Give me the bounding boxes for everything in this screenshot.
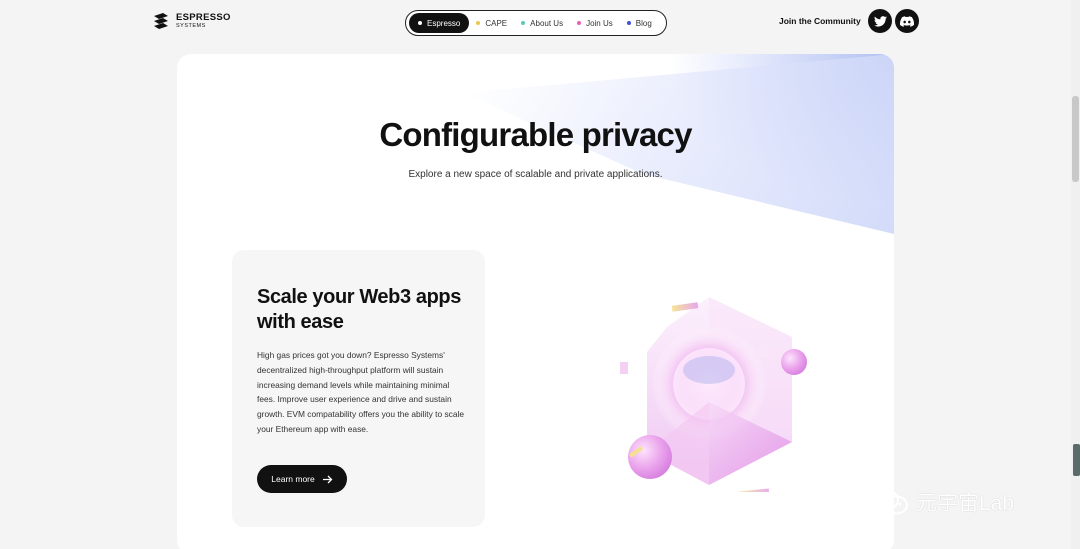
nav-dot-icon: [626, 21, 631, 25]
wechat-icon: [871, 489, 908, 515]
arrow-right-icon: [322, 475, 333, 483]
nav-item-espresso[interactable]: Espresso: [409, 13, 470, 33]
nav-item-label: Blog: [635, 18, 652, 28]
espresso-logo-icon: [154, 13, 168, 29]
watermark: 元宇宙Lab: [870, 487, 1014, 517]
brand-name: ESPRESSO: [176, 11, 231, 23]
learn-more-label: Learn more: [271, 474, 315, 484]
nav-item-label: Espresso: [427, 18, 461, 28]
scrollbar-thumb[interactable]: [1072, 96, 1079, 182]
discord-icon: [900, 15, 914, 27]
page-subtitle: Explore a new space of scalable and priv…: [408, 169, 663, 180]
brand-logo[interactable]: ESPRESSO SYSTEMS: [152, 12, 231, 30]
privacy-cube-illustration: [620, 297, 807, 492]
side-handle[interactable]: [1073, 444, 1080, 476]
nav-dot-icon: [476, 21, 481, 25]
nav-item-about-us[interactable]: About Us: [514, 13, 570, 33]
nav-item-join-us[interactable]: Join Us: [570, 13, 620, 33]
top-navigation: ESPRESSO SYSTEMS Espresso CAPE About Us …: [0, 0, 1080, 44]
feature-panel: Scale your Web3 apps with ease High gas …: [232, 250, 485, 527]
twitter-icon: [873, 15, 887, 27]
hero-card: Configurable privacy Explore a new space…: [177, 54, 894, 549]
nav-item-label: Join Us: [586, 18, 613, 28]
nav-dot-icon: [418, 21, 422, 25]
watermark-text: 元宇宙Lab: [916, 492, 1015, 515]
feature-description: High gas prices got you down? Espresso S…: [257, 350, 464, 434]
join-community-link[interactable]: Join the Community: [779, 16, 861, 26]
twitter-button[interactable]: [868, 9, 892, 33]
page-title: Configurable privacy: [379, 116, 692, 153]
main-nav: Espresso CAPE About Us Join Us Blog: [405, 10, 667, 36]
feature-title: Scale your Web3 apps with ease: [257, 286, 461, 333]
learn-more-button[interactable]: Learn more: [257, 465, 347, 493]
brand-subtitle: SYSTEMS: [176, 23, 206, 29]
discord-button[interactable]: [895, 9, 919, 33]
nav-dot-icon: [521, 21, 526, 25]
nav-item-cape[interactable]: CAPE: [469, 13, 514, 33]
nav-dot-icon: [577, 21, 582, 25]
nav-item-blog[interactable]: Blog: [620, 13, 659, 33]
nav-item-label: About Us: [530, 18, 564, 28]
nav-item-label: CAPE: [485, 18, 508, 28]
